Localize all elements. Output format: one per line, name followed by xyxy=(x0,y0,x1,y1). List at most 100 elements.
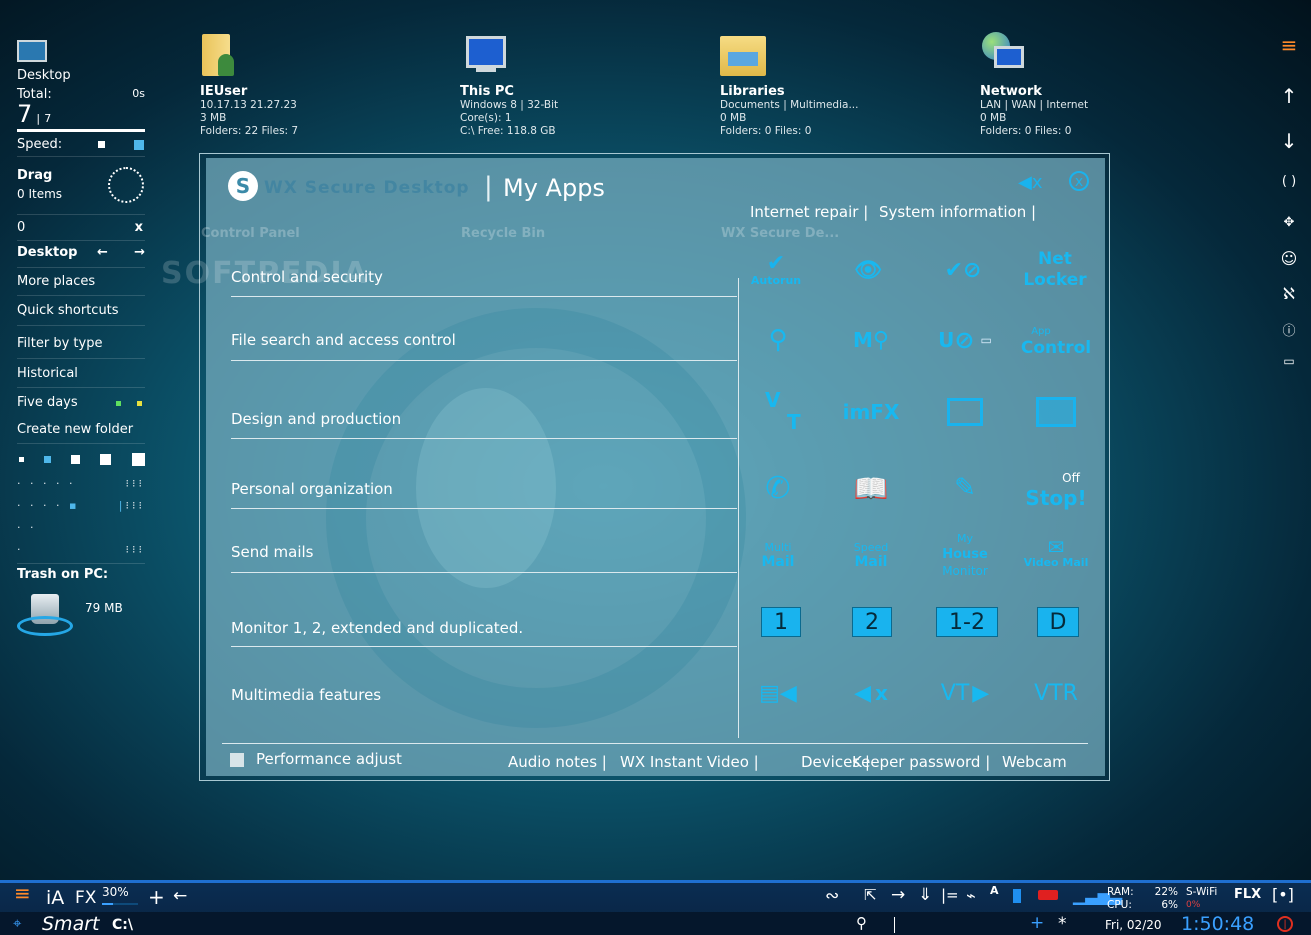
speed-slow-toggle[interactable] xyxy=(98,141,105,148)
download-icon[interactable]: ⇓ xyxy=(918,885,932,905)
align-icon[interactable]: |= xyxy=(941,886,959,904)
desktop-icon-ieuser[interactable]: IEUser 10.17.13 21.27.23 3 MB Folders: 2… xyxy=(200,30,400,138)
arrow-up-icon[interactable]: ↑ xyxy=(1278,84,1300,108)
vt-tile[interactable]: V T xyxy=(733,382,823,442)
fx-button[interactable]: FX xyxy=(75,888,96,908)
arrow-left-icon[interactable]: ← xyxy=(97,245,108,260)
font-icon[interactable]: A xyxy=(990,884,999,897)
add-icon[interactable]: + xyxy=(1030,913,1044,933)
performance-adjust-label[interactable]: Performance adjust xyxy=(256,750,402,768)
search-icon[interactable]: ⚲ xyxy=(856,914,867,932)
eye-tile[interactable]: 👁 xyxy=(823,240,913,300)
autorun-tile[interactable]: ✔ Autorun xyxy=(731,240,821,300)
fx-level-track[interactable] xyxy=(102,903,138,905)
historical-link[interactable]: Historical xyxy=(17,366,145,381)
stop-tile[interactable]: Off Stop! xyxy=(1011,458,1101,518)
close-panel-icon[interactable]: x xyxy=(1069,171,1089,191)
smiley-icon[interactable]: ☺ xyxy=(1278,249,1300,268)
smart-button[interactable]: Smart xyxy=(42,913,99,935)
speed-mail-tile[interactable]: Speed Mail xyxy=(826,525,916,585)
category-control-security[interactable]: Control and security xyxy=(231,268,737,286)
vtr-tile[interactable]: VTR xyxy=(1011,663,1101,723)
menu-icon[interactable]: ≡ xyxy=(14,883,31,903)
category-file-search[interactable]: File search and access control xyxy=(231,331,737,349)
add-button[interactable]: + xyxy=(148,885,165,909)
phone-tile[interactable]: ✆ xyxy=(733,458,823,518)
filter-by-type-link[interactable]: Filter by type xyxy=(17,336,145,351)
view-size-2[interactable] xyxy=(44,456,51,463)
imfx-tile[interactable]: imFX xyxy=(826,382,916,442)
desktop-icon-network[interactable]: Network LAN | WAN | Internet 0 MB Folder… xyxy=(980,30,1180,138)
ia-button[interactable]: iA xyxy=(46,887,64,909)
category-personal-organization[interactable]: Personal organization xyxy=(231,480,737,498)
view-size-4[interactable] xyxy=(100,454,111,465)
create-new-folder-link[interactable]: Create new folder xyxy=(17,422,145,437)
mute-icon[interactable]: ◀x xyxy=(1018,172,1043,193)
wifi-status[interactable]: S-WiFi 0% xyxy=(1186,886,1217,912)
net-locker-tile[interactable]: Net Locker xyxy=(1010,240,1100,300)
power-icon[interactable]: | xyxy=(1277,916,1293,932)
video-mail-tile[interactable]: ✉ Video Mail xyxy=(1011,525,1101,585)
vt-play-tile[interactable]: VT ▶ xyxy=(920,663,1010,723)
view-size-3[interactable] xyxy=(71,455,80,464)
close-icon[interactable]: x xyxy=(135,220,143,235)
keeper-password-link[interactable]: Keeper password | xyxy=(852,753,990,771)
speed-fast-toggle[interactable] xyxy=(134,140,144,150)
arrow-right-icon[interactable]: → xyxy=(891,885,905,905)
category-design-production[interactable]: Design and production xyxy=(231,410,737,428)
layout-grid-options[interactable]: · · · · · ⁝⁝⁝ · · · · ▪ |⁝⁝⁝ · · · ⁝⁝⁝ xyxy=(17,473,145,556)
draw-tile[interactable]: ✎ xyxy=(920,458,1010,518)
five-days-link[interactable]: Five days xyxy=(17,395,78,410)
refresh-icon[interactable]: ( ) xyxy=(1278,174,1300,189)
webcam-link[interactable]: Webcam xyxy=(1002,753,1067,771)
view-size-1[interactable] xyxy=(19,457,24,462)
move-icon[interactable]: ✥ xyxy=(1278,215,1300,230)
multi-mail-tile[interactable]: Multi Mail xyxy=(733,525,823,585)
house-monitor-tile[interactable]: My House Monitor xyxy=(920,525,1010,585)
book-tile[interactable]: 📖 xyxy=(826,458,916,518)
desktop-icon-this-pc[interactable]: This PC Windows 8 | 32-Bit Core(s): 1 C:… xyxy=(460,30,660,138)
app-control-tile[interactable]: App Control xyxy=(1011,310,1101,370)
mute-tile[interactable]: ◀ x xyxy=(826,663,916,723)
asterisk-icon[interactable]: * xyxy=(1058,914,1067,934)
ribbon-icon[interactable]: ℵ xyxy=(1278,284,1300,303)
search-tile[interactable]: ⚲ xyxy=(733,310,823,370)
audio-notes-link[interactable]: Audio notes | xyxy=(508,753,607,771)
screenshot-region-tile[interactable] xyxy=(920,382,1010,442)
category-send-mails[interactable]: Send mails xyxy=(231,543,737,561)
monitor-duplicate-button[interactable]: D xyxy=(1037,607,1079,637)
menu-icon[interactable]: ≡ xyxy=(1278,35,1300,55)
signature-icon[interactable]: ∾ xyxy=(825,886,839,906)
view-size-5[interactable] xyxy=(132,453,145,466)
wx-instant-video-link[interactable]: WX Instant Video | xyxy=(620,753,759,771)
drive-label[interactable]: C:\ xyxy=(112,917,133,933)
system-information-link[interactable]: System information | xyxy=(879,203,1036,221)
monitor-1-button[interactable]: 1 xyxy=(761,607,801,637)
cursor-icon[interactable]: ⇱ xyxy=(864,886,877,904)
internet-repair-link[interactable]: Internet repair | xyxy=(750,203,868,221)
record-indicator[interactable] xyxy=(1038,890,1058,900)
allow-block-tile[interactable]: ✔⊘ xyxy=(918,240,1008,300)
desktop-monitor-icon[interactable] xyxy=(17,40,47,62)
category-multimedia[interactable]: Multimedia features xyxy=(231,686,737,704)
arrow-down-icon[interactable]: ↓ xyxy=(1278,129,1300,153)
flx-button[interactable]: FLX xyxy=(1234,887,1261,902)
fullscreen-tile[interactable] xyxy=(1011,382,1101,442)
nav-desktop-label[interactable]: Desktop xyxy=(17,245,77,260)
multi-search-tile[interactable]: M ⚲ xyxy=(826,310,916,370)
performance-adjust-checkbox[interactable] xyxy=(230,753,244,767)
category-monitor[interactable]: Monitor 1, 2, extended and duplicated. xyxy=(231,619,737,637)
back-button[interactable]: ← xyxy=(173,886,187,906)
usb-block-tile[interactable]: U ⊘ ▭ xyxy=(920,310,1010,370)
monitor-2-button[interactable]: 2 xyxy=(852,607,892,637)
quick-shortcuts-link[interactable]: Quick shortcuts xyxy=(17,303,145,318)
video-notes-tile[interactable]: ▤◀ xyxy=(733,663,823,723)
more-places-link[interactable]: More places xyxy=(17,274,145,289)
crosshair-icon[interactable]: ⌖ xyxy=(13,914,21,932)
info-icon[interactable]: ⓘ xyxy=(1278,320,1300,339)
window-icon[interactable]: ▭ xyxy=(1278,354,1300,368)
monitor-extended-button[interactable]: 1-2 xyxy=(936,607,998,637)
pulse-icon[interactable]: ⌁ xyxy=(966,886,976,905)
arrow-right-icon[interactable]: → xyxy=(134,245,145,260)
recycle-bin-icon[interactable] xyxy=(17,590,73,640)
